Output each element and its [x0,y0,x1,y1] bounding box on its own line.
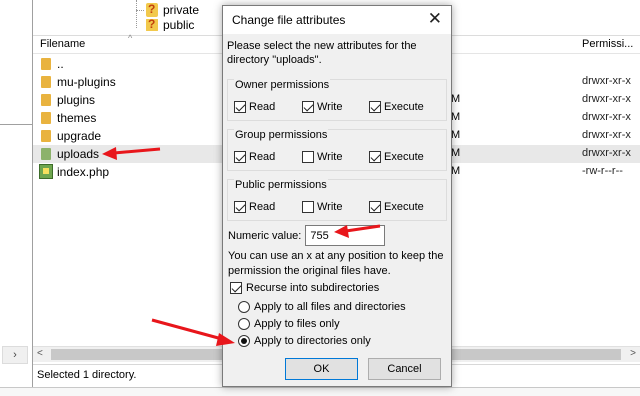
checkbox-label: Read [249,151,276,163]
status-text: Selected 1 directory. [37,369,137,381]
checkbox-checked-icon[interactable] [234,151,246,163]
public-execute-checkbox[interactable]: Execute [369,201,424,213]
folder-icon [41,112,51,124]
group-write-checkbox[interactable]: Write [302,151,342,163]
checkbox-label: Execute [384,101,424,113]
file-name: mu-plugins [57,75,116,89]
checkbox-checked-icon[interactable] [234,201,246,213]
folder-icon [41,94,51,106]
group-title: Public permissions [234,179,328,191]
radio-label: Apply to all files and directories [254,301,406,313]
partial-column-text: M [451,111,461,123]
scroll-left-icon[interactable]: › [2,346,28,364]
radio-apply-all[interactable]: Apply to all files and directories [238,301,406,313]
radio-apply-files[interactable]: Apply to files only [238,318,340,330]
checkbox-label: Write [317,201,343,213]
file-name: themes [57,111,97,125]
tree-item-public[interactable]: ? public [146,19,194,31]
file-name: uploads [57,147,100,161]
owner-execute-checkbox[interactable]: Execute [369,101,424,113]
group-title: Group permissions [234,129,329,141]
checkbox-label: Recurse into subdirectories [246,282,380,294]
tree-item-label: private [163,3,200,17]
checkbox-unchecked-icon[interactable] [302,201,314,213]
close-icon[interactable]: ✕ [428,9,442,29]
left-pane: › [0,0,32,396]
dialog-intro-text: Please select the new attributes for the… [227,40,417,66]
scroll-left-arrow-icon[interactable]: < [37,348,43,359]
partial-column-text: M [451,165,461,177]
checkbox-label: Write [317,101,343,113]
numeric-value-row: Numeric value: [228,225,386,246]
file-name: plugins [57,93,96,107]
numeric-value-input[interactable] [305,225,386,246]
php-file-icon [39,164,53,179]
radio-unselected-icon[interactable] [238,318,250,330]
checkbox-checked-icon[interactable] [369,201,381,213]
checkbox-unchecked-icon[interactable] [302,151,314,163]
public-read-checkbox[interactable]: Read [234,201,275,213]
file-name: .. [57,57,64,71]
group-title: Owner permissions [234,79,331,91]
scroll-right-arrow-icon[interactable]: > [630,348,636,359]
partial-column-text: M [451,129,461,141]
radio-unselected-icon[interactable] [238,301,250,313]
owner-write-checkbox[interactable]: Write [302,101,342,113]
window-bottom-edge [0,387,640,396]
folder-icon [41,130,51,142]
folder-icon [41,58,51,70]
checkbox-label: Read [249,201,276,213]
file-permissions: -rw-r--r-- [582,165,623,177]
ok-button[interactable]: OK [285,358,358,380]
tree-line [136,0,137,28]
file-name: index.php [57,165,110,179]
file-permissions: drwxr-xr-x [582,147,631,159]
file-permissions: drwxr-xr-x [582,93,631,105]
dialog-titlebar: Change file attributes ✕ [223,6,451,34]
tree-line [136,10,144,11]
file-permissions: drwxr-xr-x [582,129,631,141]
checkbox-checked-icon[interactable] [369,151,381,163]
folder-icon [41,76,51,88]
checkbox-label: Write [317,151,343,163]
partial-column-text: M [451,147,461,159]
group-read-checkbox[interactable]: Read [234,151,275,163]
hint-text: You can use an x at any position to keep… [228,250,444,277]
sort-caret-icon: ^ [128,33,133,43]
checkbox-checked-icon[interactable] [234,101,246,113]
checkbox-label: Read [249,101,276,113]
column-header-filename[interactable]: Filename [40,38,85,50]
tree-item-private[interactable]: ? private [146,2,200,17]
recurse-subdirectories-checkbox[interactable]: Recurse into subdirectories [230,282,379,294]
pane-separator [0,124,32,125]
folder-icon [41,148,51,160]
owner-read-checkbox[interactable]: Read [234,101,275,113]
radio-label: Apply to files only [254,318,340,330]
file-name: upgrade [57,129,102,143]
public-permissions-group: Public permissions Read Write Execute [227,179,447,221]
checkbox-checked-icon[interactable] [369,101,381,113]
public-write-checkbox[interactable]: Write [302,201,342,213]
change-file-attributes-dialog: Change file attributes ✕ Please select t… [222,5,452,387]
partial-column-text: M [451,93,461,105]
radio-label: Apply to directories only [254,335,371,347]
checkbox-label: Execute [384,151,424,163]
radio-apply-directories[interactable]: Apply to directories only [238,335,371,347]
file-permissions: drwxr-xr-x [582,75,631,87]
dialog-title: Change file attributes [232,13,346,27]
checkbox-checked-icon[interactable] [230,282,242,294]
unknown-folder-icon: ? [146,19,158,31]
radio-selected-icon[interactable] [238,335,250,347]
file-permissions: drwxr-xr-x [582,111,631,123]
unknown-folder-icon: ? [146,2,158,17]
checkbox-label: Execute [384,201,424,213]
numeric-value-label: Numeric value: [228,229,302,242]
owner-permissions-group: Owner permissions Read Write Execute [227,79,447,121]
group-permissions-group: Group permissions Read Write Execute [227,129,447,171]
checkbox-checked-icon[interactable] [302,101,314,113]
column-header-permissions[interactable]: Permissi... [582,38,633,50]
tree-item-label: public [163,19,195,31]
cancel-button[interactable]: Cancel [368,358,441,380]
group-execute-checkbox[interactable]: Execute [369,151,424,163]
